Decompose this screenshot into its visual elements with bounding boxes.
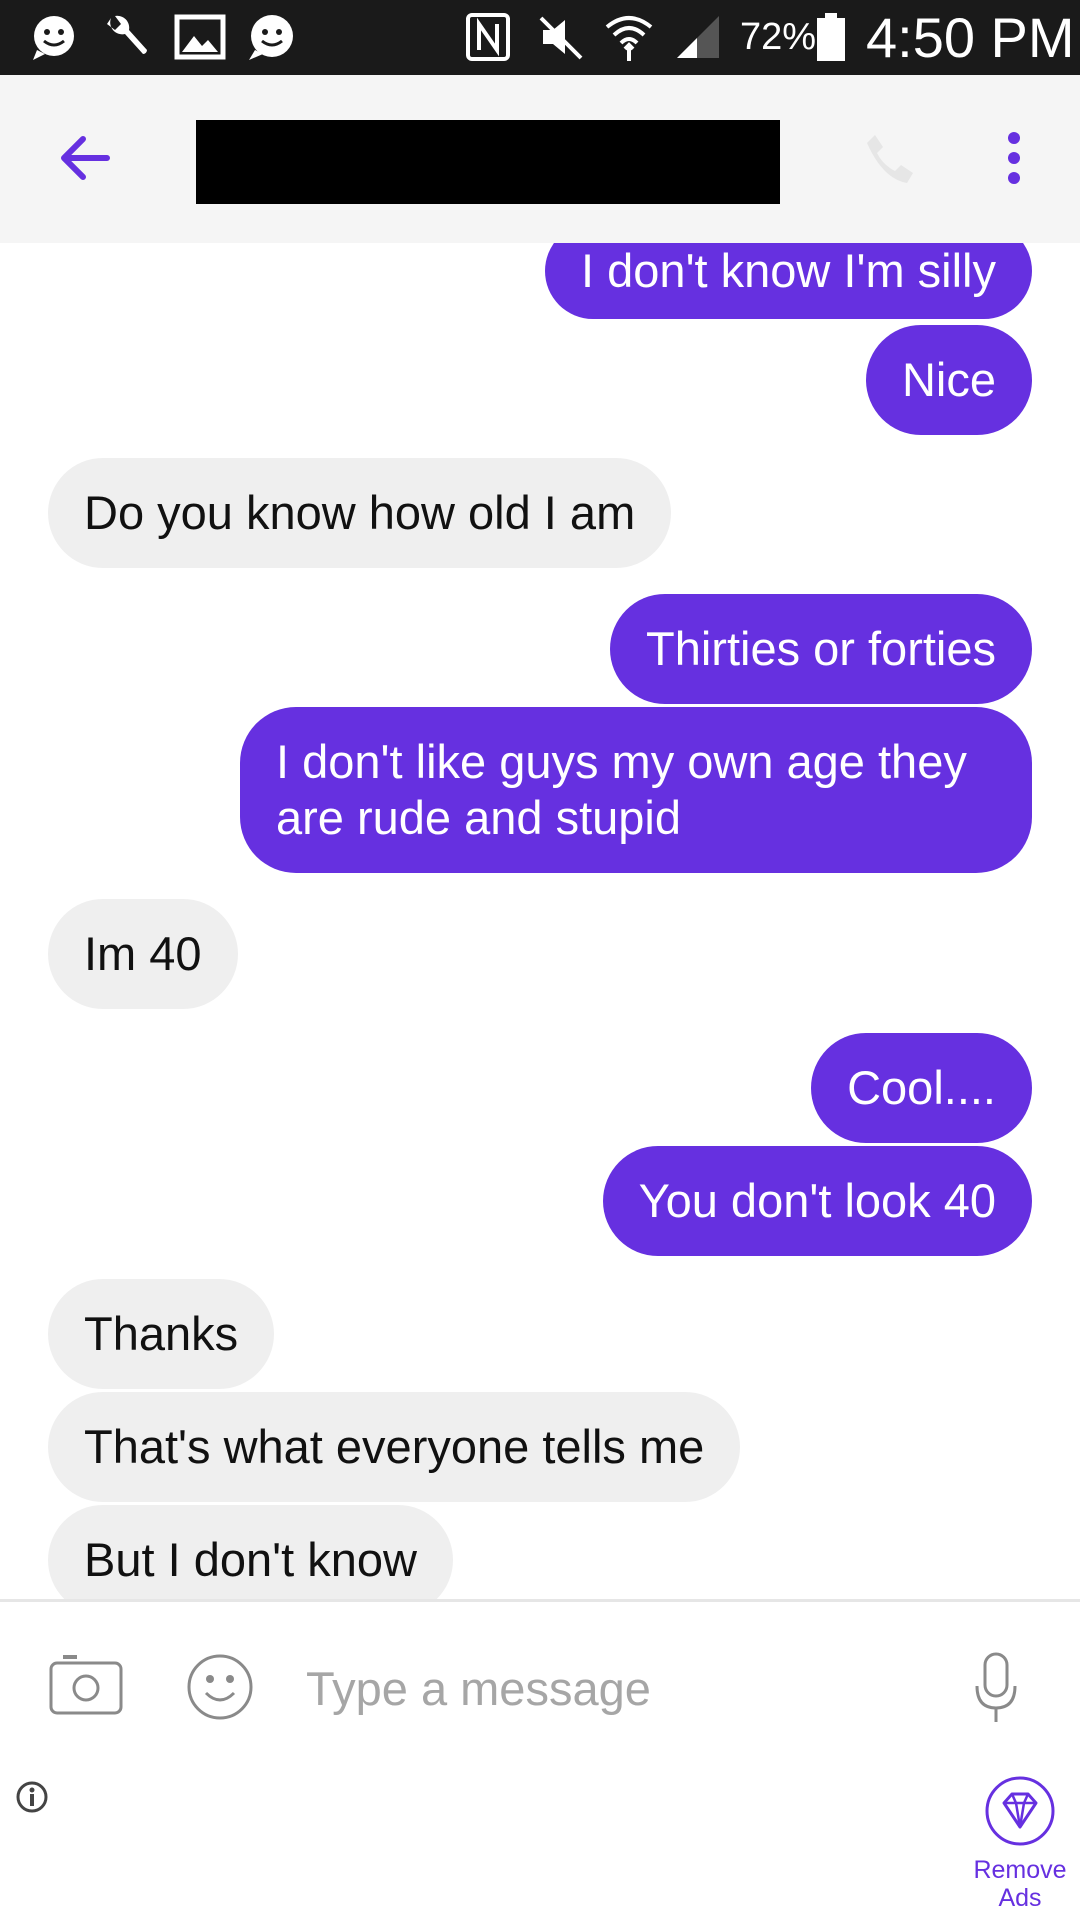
- more-options-button[interactable]: [990, 125, 1038, 195]
- call-button[interactable]: [860, 130, 920, 190]
- ad-info-button[interactable]: [14, 1781, 50, 1817]
- remove-ads-button[interactable]: Remove Ads: [960, 1775, 1080, 1920]
- wrench-icon: [100, 12, 152, 62]
- status-bar: 72% 4:50 PM: [0, 0, 1080, 75]
- diamond-icon: [984, 1775, 1056, 1852]
- message-bubble-received[interactable]: Thanks: [48, 1279, 275, 1389]
- camera-icon: [49, 1651, 123, 1720]
- message-bubble-received[interactable]: Im 40: [48, 899, 238, 1009]
- info-icon: [15, 1780, 49, 1819]
- message-list[interactable]: I don't know I'm silly Nice Do you know …: [0, 243, 1080, 1599]
- battery-percent: 72%: [740, 16, 817, 58]
- message-bubble-sent[interactable]: You don't look 40: [602, 1146, 1032, 1256]
- message-bubble-received[interactable]: That's what everyone tells me: [48, 1392, 741, 1502]
- back-button[interactable]: [50, 125, 120, 195]
- message-bubble-received[interactable]: But I don't know: [48, 1505, 453, 1599]
- nfc-icon: [464, 12, 512, 62]
- mute-icon: [535, 12, 585, 62]
- wifi-icon: [603, 12, 655, 62]
- smiley-icon: [186, 1653, 254, 1726]
- signal-icon: [672, 12, 724, 62]
- emoji-button[interactable]: [185, 1654, 255, 1724]
- voice-message-button[interactable]: [968, 1650, 1024, 1730]
- camera-button[interactable]: [48, 1650, 124, 1720]
- contact-name-redacted: [196, 120, 780, 204]
- clock: 4:50 PM: [866, 6, 1075, 69]
- phone-icon: [863, 131, 917, 190]
- message-input[interactable]: [306, 1652, 936, 1724]
- message-bubble-sent[interactable]: Thirties or forties: [610, 594, 1032, 704]
- arrow-left-icon: [59, 135, 111, 186]
- image-icon: [172, 12, 228, 62]
- chat-bubble-icon: [244, 12, 298, 62]
- smiley-chat-icon: [28, 12, 80, 62]
- message-bubble-sent[interactable]: Nice: [865, 325, 1032, 435]
- compose-bar: [0, 1602, 1080, 1772]
- battery-icon: [814, 12, 848, 62]
- microphone-icon: [973, 1652, 1019, 1729]
- message-bubble-sent[interactable]: I don't like guys my own age they are ru…: [240, 707, 1032, 873]
- remove-ads-label: Remove Ads: [973, 1856, 1067, 1912]
- conversation-header: [0, 75, 1080, 243]
- message-bubble-sent[interactable]: Cool....: [811, 1033, 1032, 1143]
- more-vertical-icon: [1004, 130, 1024, 191]
- message-bubble-sent[interactable]: I don't know I'm silly: [545, 243, 1032, 319]
- message-bubble-received[interactable]: Do you know how old I am: [48, 458, 672, 568]
